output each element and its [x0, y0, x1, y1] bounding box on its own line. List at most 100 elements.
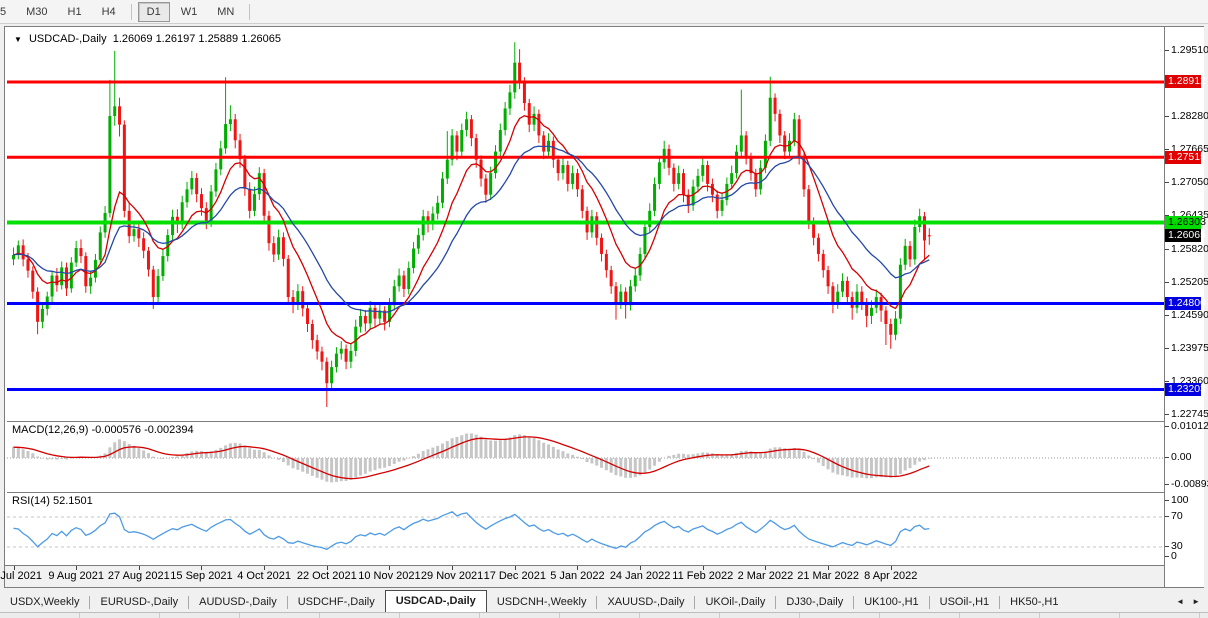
date-label: 24 Jan 2022 — [609, 570, 671, 582]
price-badge: 1.26065 — [1165, 228, 1206, 242]
axis-tick — [76, 566, 78, 570]
axis-tick — [1165, 281, 1169, 283]
timeframe-button-mn[interactable]: MN — [208, 2, 243, 22]
axis-tick — [1165, 182, 1169, 184]
tab-uk100-h1[interactable]: UK100-,H1 — [854, 593, 928, 612]
price-badge: 1.23203 — [1165, 383, 1206, 397]
axis-tick — [828, 566, 830, 570]
rsi-label: RSI(14) 52.1501 — [12, 495, 93, 507]
tab-audusd-daily[interactable]: AUDUSD-,Daily — [189, 593, 287, 612]
price-tick-label: 1.28280 — [1171, 110, 1208, 123]
rsi-value: 52.1501 — [52, 495, 93, 507]
tab-scroll-right-icon[interactable]: ► — [1188, 597, 1204, 606]
tab-usoil-h1[interactable]: USOil-,H1 — [930, 593, 1000, 612]
axis-tick — [1165, 116, 1169, 118]
axis-tick — [1165, 556, 1169, 557]
tab-ukoil-daily[interactable]: UKOil-,Daily — [695, 593, 775, 612]
axis-tick — [1165, 381, 1169, 383]
timeframe-button-h1[interactable]: H1 — [59, 2, 91, 22]
chart-symbol-label: USDCAD-,Daily — [28, 33, 107, 45]
axis-tick — [1165, 426, 1169, 427]
ohlc-close: 1.26065 — [241, 33, 281, 45]
macd-value: -0.000576 — [91, 424, 142, 436]
axis-tick — [326, 566, 328, 570]
date-label: 4 Oct 2021 — [237, 570, 292, 582]
tab-eurusd-daily[interactable]: EURUSD-,Daily — [90, 593, 188, 612]
date-label: 22 Oct 2021 — [296, 570, 357, 582]
macd-pane[interactable]: MACD(12,26,9) -0.000576 -0.002394 — [7, 421, 1164, 491]
timeframe-button-h4[interactable]: H4 — [93, 2, 125, 22]
axis-tick — [1165, 546, 1169, 547]
chart-tab-bar: USDX,Weekly EURUSD-,Daily AUDUSD-,Daily … — [0, 590, 1208, 612]
axis-tick — [452, 566, 454, 570]
macd-tick-label: 0.00 — [1171, 451, 1192, 463]
tab-usdchf-daily[interactable]: USDCHF-,Daily — [288, 593, 385, 612]
date-label: 17 Dec 2021 — [483, 570, 546, 582]
macd-tick-label: 0.010127 — [1171, 420, 1208, 432]
timeframe-button-m5[interactable]: 5 — [0, 2, 15, 22]
status-strip — [0, 612, 1208, 618]
price-pane[interactable]: ▼ USDCAD-,Daily 1.26069 1.26197 1.25889 … — [7, 28, 1164, 420]
rsi-chart[interactable] — [7, 493, 1164, 565]
tab-xauusd-daily[interactable]: XAUUSD-,Daily — [597, 593, 694, 612]
date-label: 5 Jan 2022 — [550, 570, 605, 582]
axis-tick — [890, 566, 892, 570]
toolbar-separator — [249, 3, 251, 20]
tab-scroll-left-icon[interactable]: ◄ — [1172, 597, 1188, 606]
macd-signal-value: -0.002394 — [144, 424, 194, 436]
axis-tick — [577, 566, 579, 570]
chevron-down-icon[interactable]: ▼ — [14, 35, 22, 44]
date-label: 15 Sep 2021 — [170, 570, 233, 582]
price-badge: 1.27515 — [1165, 150, 1206, 164]
axis-tick — [1165, 248, 1169, 250]
tab-usdcnh-weekly[interactable]: USDCNH-,Weekly — [487, 593, 597, 612]
tab-hk50-h1[interactable]: HK50-,H1 — [1000, 593, 1068, 612]
axis-tick — [1165, 347, 1169, 349]
axis-tick — [1165, 49, 1169, 51]
price-tick-label: 1.27050 — [1171, 176, 1208, 189]
price-badge: 1.28912 — [1165, 75, 1206, 89]
macd-label: MACD(12,26,9) -0.000576 -0.002394 — [12, 424, 194, 436]
tab-scroll-controls: ◄ ► — [1172, 590, 1208, 612]
price-tick-label: 1.22745 — [1171, 408, 1208, 421]
price-tick-label: 1.23975 — [1171, 341, 1208, 354]
axis-tick — [765, 566, 767, 570]
candlestick-chart[interactable] — [7, 28, 1164, 420]
macd-tick-label: -0.008935 — [1171, 478, 1208, 491]
axis-tick — [514, 566, 516, 570]
date-label: 27 Aug 2021 — [107, 570, 170, 582]
price-tick-label: 1.25205 — [1171, 275, 1208, 288]
price-badge: 1.26303 — [1165, 216, 1206, 230]
rsi-tick-label: 100 — [1171, 494, 1189, 506]
chart-title: ▼ USDCAD-,Daily 1.26069 1.26197 1.25889 … — [14, 33, 281, 45]
tab-dj30-daily[interactable]: DJ30-,Daily — [776, 593, 853, 612]
timeframe-button-d1[interactable]: D1 — [137, 1, 170, 22]
timeframe-button-m30[interactable]: M30 — [17, 2, 56, 22]
timeframe-toolbar: 5 M30 H1 H4 D1 W1 MN — [0, 0, 1208, 24]
price-tick-label: 1.29510 — [1171, 43, 1208, 56]
chart-window: ▼ USDCAD-,Daily 1.26069 1.26197 1.25889 … — [0, 26, 1208, 588]
axis-tick — [640, 566, 642, 570]
axis-tick — [264, 566, 266, 570]
date-label: 2 Mar 2022 — [737, 570, 794, 582]
price-badge: 1.24800 — [1165, 297, 1206, 311]
toolbar-separator — [130, 3, 132, 20]
axis-tick — [201, 566, 203, 570]
date-label: 11 Feb 2022 — [672, 570, 734, 582]
date-label: 9 Aug 2021 — [48, 570, 104, 582]
ohlc-low: 1.25889 — [198, 33, 239, 45]
date-axis[interactable]: 21 Jul 2021 9 Aug 202127 Aug 202115 Sep 2… — [0, 565, 1201, 587]
axis-tick — [1165, 414, 1169, 416]
rsi-pane[interactable]: RSI(14) 52.1501 — [7, 492, 1164, 564]
tab-usdcad-daily[interactable]: USDCAD-,Daily — [384, 590, 487, 612]
date-label: 10 Nov 2021 — [358, 570, 421, 582]
price-tick-label: 1.24590 — [1171, 308, 1208, 321]
date-label: 21 Mar 2022 — [797, 570, 859, 582]
price-axis[interactable]: 1.295101.282801.276651.270501.264351.258… — [1164, 27, 1208, 587]
date-label: 8 Apr 2022 — [864, 570, 918, 582]
tab-usdx-weekly[interactable]: USDX,Weekly — [0, 593, 89, 612]
timeframe-button-w1[interactable]: W1 — [172, 2, 207, 22]
ohlc-high: 1.26197 — [155, 33, 196, 45]
axis-tick — [1165, 516, 1169, 517]
axis-tick — [702, 566, 704, 570]
